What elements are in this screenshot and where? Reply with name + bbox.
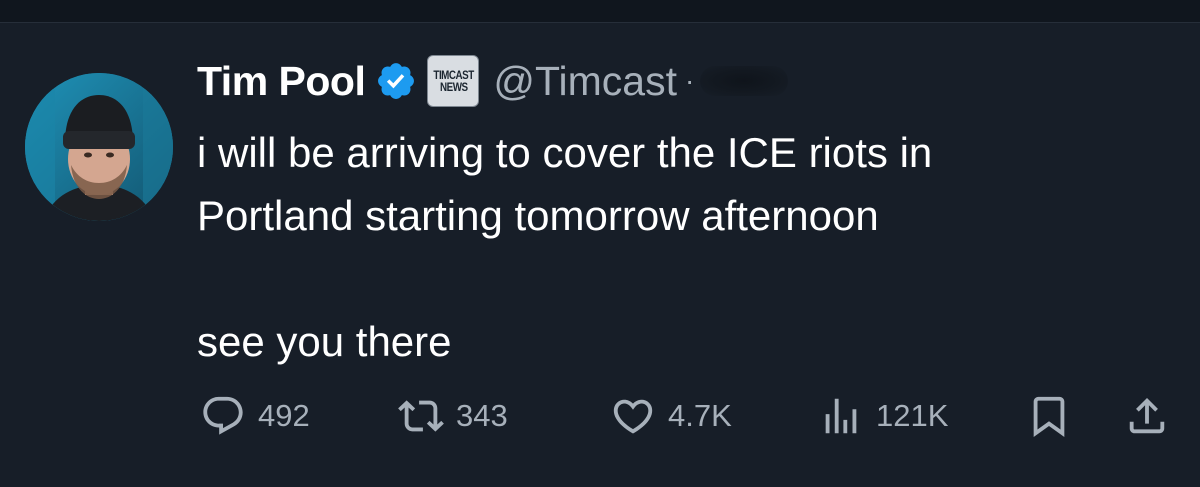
like-button[interactable]: 4.7K: [610, 388, 732, 444]
action-bar: 492 343 4.7K 121K: [200, 388, 1180, 444]
bookmark-button[interactable]: [1026, 388, 1072, 444]
verified-badge-icon[interactable]: [375, 60, 417, 102]
share-button[interactable]: [1124, 388, 1170, 444]
top-border: [0, 0, 1200, 22]
author-name[interactable]: Tim Pool: [197, 58, 366, 105]
views-button[interactable]: 121K: [818, 388, 948, 444]
separator-dot: ·: [684, 65, 695, 96]
reply-button[interactable]: 492: [200, 388, 310, 444]
affiliation-badge-line2: NEWS: [439, 80, 468, 94]
retweet-icon: [398, 393, 444, 439]
reply-count: 492: [258, 398, 310, 433]
blurred-timestamp: [700, 66, 789, 96]
affiliation-badge[interactable]: TIMCAST NEWS: [427, 55, 480, 107]
tweet-header: Tim Pool TIMCAST NEWS @Timcast ·: [197, 53, 789, 109]
reply-icon: [200, 393, 246, 439]
retweet-count: 343: [456, 398, 508, 433]
author-handle[interactable]: @Timcast: [493, 58, 677, 105]
like-icon: [610, 393, 656, 439]
bookmark-icon: [1026, 393, 1072, 439]
avatar[interactable]: [25, 73, 173, 221]
share-icon: [1124, 393, 1170, 439]
views-icon: [818, 393, 864, 439]
views-count: 121K: [876, 398, 949, 433]
like-count: 4.7K: [668, 398, 732, 433]
tweet-card[interactable]: Tim Pool TIMCAST NEWS @Timcast · i will …: [0, 23, 1200, 487]
tweet-text: i will be arriving to cover the ICE riot…: [197, 129, 933, 365]
retweet-button[interactable]: 343: [398, 388, 508, 444]
